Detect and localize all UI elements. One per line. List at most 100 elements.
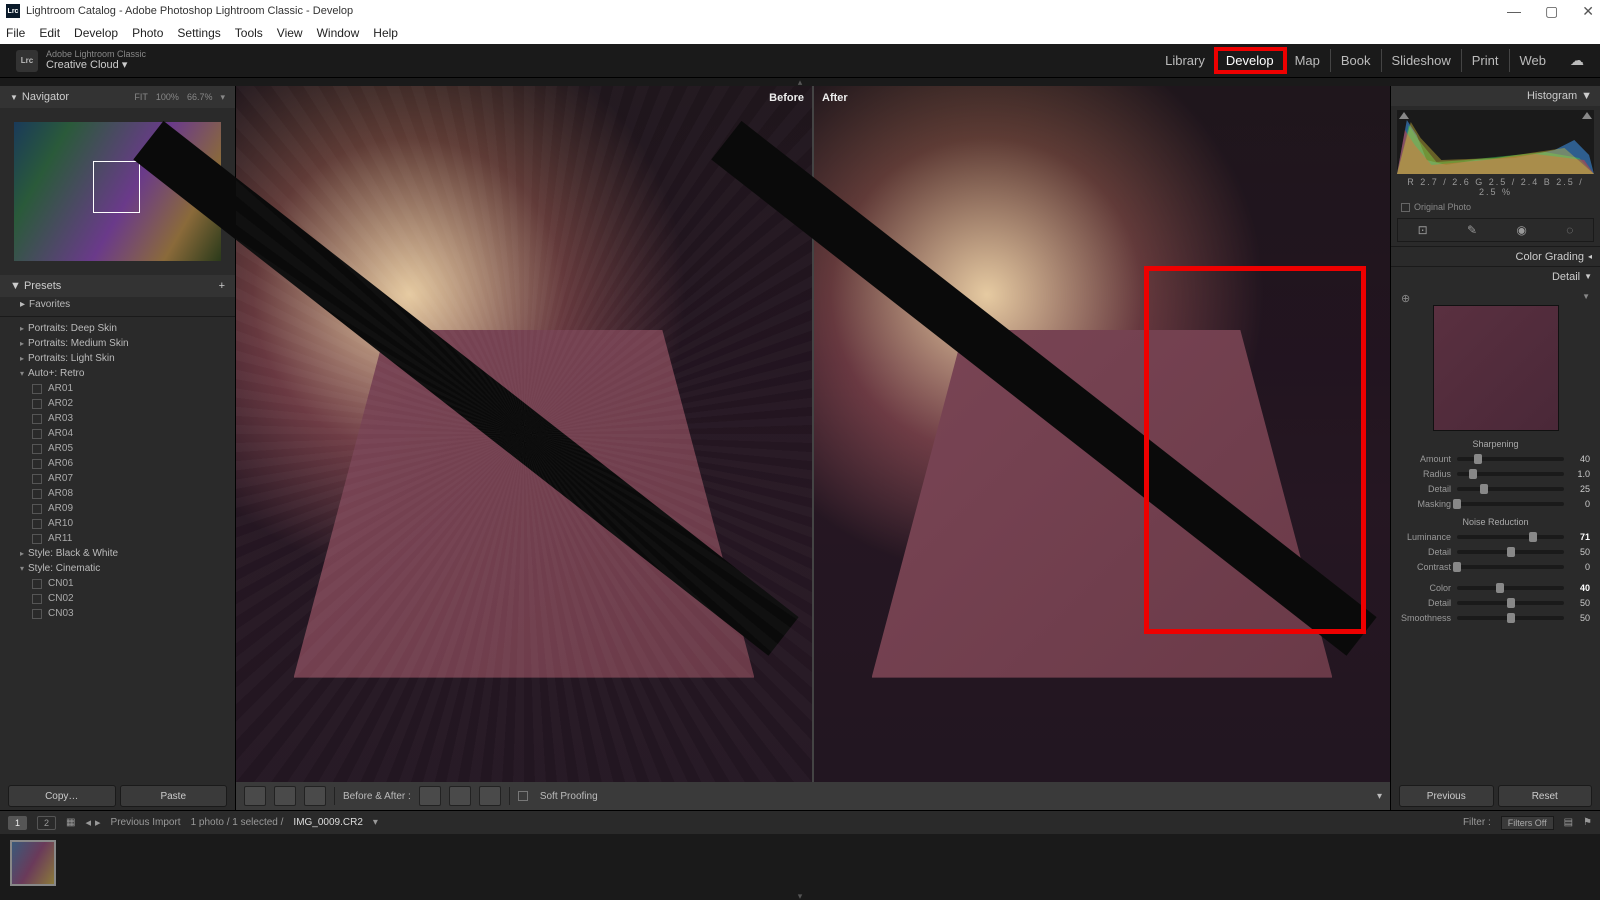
brand-bottom[interactable]: Creative Cloud bbox=[46, 59, 119, 71]
detail-preview[interactable] bbox=[1433, 305, 1559, 431]
histogram-graph[interactable] bbox=[1397, 110, 1594, 174]
module-map[interactable]: Map bbox=[1285, 49, 1331, 72]
minimize-icon[interactable]: — bbox=[1507, 3, 1521, 20]
slider-value[interactable]: 0 bbox=[1570, 562, 1590, 572]
slider-knob[interactable] bbox=[1507, 613, 1515, 623]
reference-view-icon[interactable] bbox=[274, 786, 296, 806]
filename[interactable]: IMG_0009.CR2 bbox=[293, 817, 362, 828]
preset-group[interactable]: ▸Portraits: Medium Skin bbox=[0, 336, 235, 351]
highlight-clip-icon[interactable] bbox=[1582, 112, 1592, 119]
maximize-icon[interactable]: ▢ bbox=[1545, 3, 1558, 20]
detail-picker-icon[interactable]: ⊕ bbox=[1401, 292, 1410, 305]
preset-item[interactable]: AR07 bbox=[0, 471, 235, 486]
zoom-fit[interactable]: FIT bbox=[134, 92, 148, 103]
preset-group[interactable]: ▾Auto+: Retro bbox=[0, 366, 235, 381]
source-label[interactable]: Previous Import bbox=[111, 817, 181, 828]
slider-masking[interactable]: Masking0 bbox=[1401, 496, 1590, 511]
slider-value[interactable]: 50 bbox=[1570, 613, 1590, 623]
filter-select[interactable]: Filters Off bbox=[1501, 816, 1554, 830]
monitor-1-button[interactable]: 1 bbox=[8, 816, 27, 830]
masking-tool-icon[interactable]: ◌ bbox=[1566, 223, 1573, 237]
chevron-down-icon[interactable]: ▾ bbox=[220, 92, 225, 103]
slider-detail[interactable]: Detail50 bbox=[1401, 595, 1590, 610]
slider-knob[interactable] bbox=[1529, 532, 1537, 542]
preset-item[interactable]: CN02 bbox=[0, 591, 235, 606]
preset-item[interactable]: AR06 bbox=[0, 456, 235, 471]
prev-photo-icon[interactable]: ◂ bbox=[85, 816, 91, 829]
next-photo-icon[interactable]: ▸ bbox=[95, 816, 101, 829]
detail-header[interactable]: Detail ▼ bbox=[1391, 266, 1600, 286]
original-photo-checkbox[interactable] bbox=[1401, 203, 1410, 212]
chevron-down-icon[interactable]: ▾ bbox=[122, 59, 128, 71]
top-collapse-handle[interactable]: ▴ bbox=[0, 78, 1600, 86]
module-develop[interactable]: Develop bbox=[1216, 49, 1285, 72]
reset-button[interactable]: Reset bbox=[1498, 785, 1593, 807]
slider-value[interactable]: 1.0 bbox=[1570, 469, 1590, 479]
navigator-header[interactable]: ▼ Navigator FIT 100% 66.7% ▾ bbox=[0, 86, 235, 108]
module-web[interactable]: Web bbox=[1510, 49, 1557, 72]
filter-lock-icon[interactable]: ▤ bbox=[1564, 817, 1573, 828]
module-print[interactable]: Print bbox=[1462, 49, 1510, 72]
chevron-down-icon[interactable]: ▾ bbox=[373, 817, 378, 828]
paste-button[interactable]: Paste bbox=[120, 785, 228, 807]
before-after-view-icon[interactable] bbox=[304, 786, 326, 806]
slider-radius[interactable]: Radius1.0 bbox=[1401, 466, 1590, 481]
cloud-sync-icon[interactable]: ☁ bbox=[1570, 52, 1584, 69]
slider-knob[interactable] bbox=[1474, 454, 1482, 464]
zoom-custom[interactable]: 66.7% bbox=[187, 92, 213, 103]
crop-tool-icon[interactable]: ⊡ bbox=[1418, 223, 1428, 237]
slider-value[interactable]: 71 bbox=[1570, 532, 1590, 542]
chevron-down-icon[interactable]: ▼ bbox=[1582, 292, 1590, 301]
preset-item[interactable]: AR01 bbox=[0, 381, 235, 396]
preset-group[interactable]: ▾Style: Cinematic bbox=[0, 561, 235, 576]
preset-item[interactable]: AR08 bbox=[0, 486, 235, 501]
slider-knob[interactable] bbox=[1507, 598, 1515, 608]
module-book[interactable]: Book bbox=[1331, 49, 1382, 72]
slider-detail[interactable]: Detail25 bbox=[1401, 481, 1590, 496]
monitor-2-button[interactable]: 2 bbox=[37, 816, 56, 830]
preset-item[interactable]: AR02 bbox=[0, 396, 235, 411]
preset-item[interactable]: AR03 bbox=[0, 411, 235, 426]
ba-swap-icon[interactable] bbox=[419, 786, 441, 806]
module-library[interactable]: Library bbox=[1155, 49, 1216, 72]
add-preset-icon[interactable]: + bbox=[219, 280, 225, 292]
ba-copy-left-icon[interactable] bbox=[449, 786, 471, 806]
slider-color[interactable]: Color40 bbox=[1401, 580, 1590, 595]
slider-value[interactable]: 50 bbox=[1570, 547, 1590, 557]
preset-item[interactable]: AR11 bbox=[0, 531, 235, 546]
preset-item[interactable]: CN03 bbox=[0, 606, 235, 621]
presets-favorites[interactable]: Favorites bbox=[29, 299, 70, 310]
grid-view-icon[interactable]: ▦ bbox=[66, 817, 75, 828]
filmstrip-thumbnail[interactable] bbox=[10, 840, 56, 886]
menu-develop[interactable]: Develop bbox=[74, 26, 118, 40]
module-slideshow[interactable]: Slideshow bbox=[1382, 49, 1462, 72]
filmstrip[interactable] bbox=[0, 834, 1600, 892]
redeye-tool-icon[interactable]: ◉ bbox=[1516, 223, 1526, 237]
shadow-clip-icon[interactable] bbox=[1399, 112, 1409, 119]
histogram-header[interactable]: Histogram ▼ bbox=[1391, 86, 1600, 106]
menu-window[interactable]: Window bbox=[317, 26, 360, 40]
slider-knob[interactable] bbox=[1469, 469, 1477, 479]
zoom-100[interactable]: 100% bbox=[156, 92, 179, 103]
slider-value[interactable]: 50 bbox=[1570, 598, 1590, 608]
slider-knob[interactable] bbox=[1453, 562, 1461, 572]
menu-settings[interactable]: Settings bbox=[177, 26, 220, 40]
preset-item[interactable]: CN01 bbox=[0, 576, 235, 591]
copy-button[interactable]: Copy… bbox=[8, 785, 116, 807]
slider-knob[interactable] bbox=[1496, 583, 1504, 593]
slider-value[interactable]: 40 bbox=[1570, 454, 1590, 464]
preset-item[interactable]: AR09 bbox=[0, 501, 235, 516]
slider-amount[interactable]: Amount40 bbox=[1401, 451, 1590, 466]
soft-proofing-checkbox[interactable] bbox=[518, 791, 528, 801]
menu-edit[interactable]: Edit bbox=[39, 26, 60, 40]
slider-value[interactable]: 25 bbox=[1570, 484, 1590, 494]
toolbar-menu-icon[interactable]: ▾ bbox=[1377, 791, 1382, 802]
close-icon[interactable]: ✕ bbox=[1582, 3, 1594, 20]
slider-contrast[interactable]: Contrast0 bbox=[1401, 559, 1590, 574]
menu-file[interactable]: File bbox=[6, 26, 25, 40]
color-grading-header[interactable]: Color Grading ◂ bbox=[1391, 246, 1600, 266]
preset-group[interactable]: ▸Portraits: Light Skin bbox=[0, 351, 235, 366]
slider-value[interactable]: 0 bbox=[1570, 499, 1590, 509]
menu-help[interactable]: Help bbox=[373, 26, 398, 40]
slider-knob[interactable] bbox=[1480, 484, 1488, 494]
